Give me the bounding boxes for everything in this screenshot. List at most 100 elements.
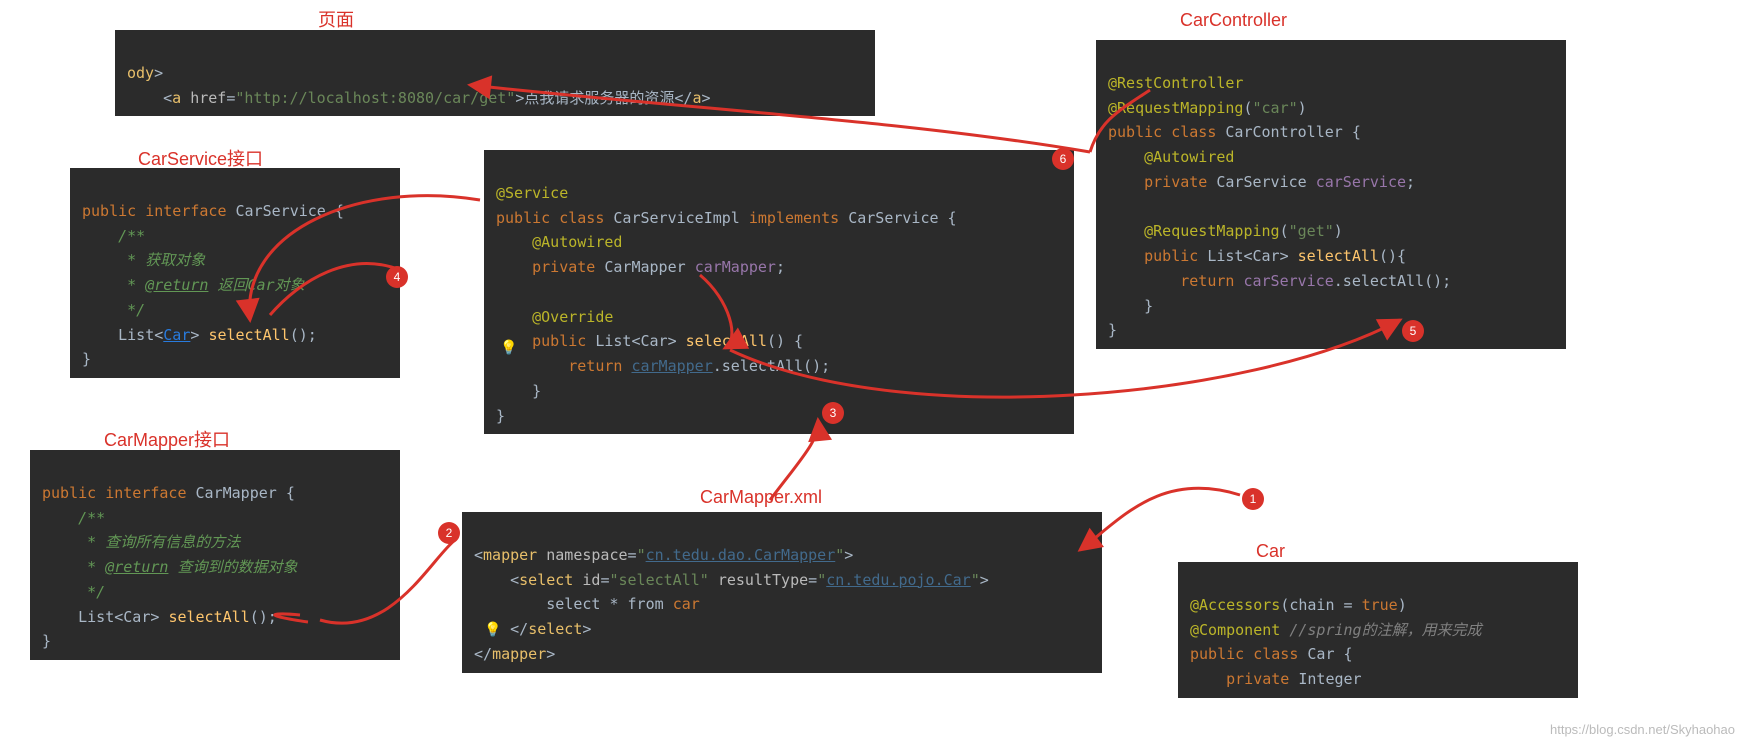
t: " xyxy=(817,571,826,589)
t: ( xyxy=(1243,99,1252,117)
t: List<Car> xyxy=(1207,247,1297,265)
t: ; xyxy=(776,258,785,276)
t: * xyxy=(42,558,105,576)
t: (chain = xyxy=(1280,596,1361,614)
t: @RestController xyxy=(1108,74,1243,92)
t: (){ xyxy=(1379,247,1406,265)
t: Car { xyxy=(1307,645,1352,663)
t: ) xyxy=(1398,596,1407,614)
label-carmapper: CarMapper接口 xyxy=(104,426,230,452)
t: selectAll xyxy=(208,326,289,344)
t: ; xyxy=(1406,173,1415,191)
t: return xyxy=(496,357,631,375)
t: < xyxy=(163,89,172,107)
t: CarMapper xyxy=(604,258,694,276)
badge-6: 6 xyxy=(1052,148,1074,170)
t: @Autowired xyxy=(496,233,622,251)
code-carservice: public interface CarService { /** * 获取对象… xyxy=(70,168,400,378)
t: true xyxy=(1362,596,1398,614)
code-carmapper: public interface CarMapper { /** * 查询所有信… xyxy=(30,450,400,660)
t: /** xyxy=(82,227,145,245)
t: Integer xyxy=(1298,670,1361,688)
t: @Accessors xyxy=(1190,596,1280,614)
t: private xyxy=(1108,173,1216,191)
t: public xyxy=(1108,247,1207,265)
t: CarMapper { xyxy=(196,484,295,502)
t: "http://localhost:8080/car/get" xyxy=(235,89,515,107)
t: ody xyxy=(127,64,154,82)
t: "selectAll" xyxy=(609,571,717,589)
t: * 获取对象 xyxy=(82,251,205,269)
watermark: https://blog.csdn.net/Skyhaohao xyxy=(1550,722,1735,737)
t: a xyxy=(172,89,190,107)
t: CarService { xyxy=(236,202,344,220)
t: select * from xyxy=(474,595,673,613)
t: List<Car> xyxy=(42,608,168,626)
t: carMapper xyxy=(695,258,776,276)
t: .selectAll(); xyxy=(1334,272,1451,290)
t: mapper xyxy=(492,645,546,663)
t: < xyxy=(474,571,519,589)
t: implements xyxy=(749,209,848,227)
code-page: ody> <a href="http://localhost:8080/car/… xyxy=(115,30,875,116)
t: cn.tedu.dao.CarMapper xyxy=(646,546,836,564)
t: "car" xyxy=(1253,99,1298,117)
t: 查询到的数据对象 xyxy=(168,558,297,576)
t: */ xyxy=(42,583,105,601)
t: = xyxy=(628,546,637,564)
t: Car xyxy=(163,326,190,344)
t: > xyxy=(582,620,591,638)
t: List<Car> xyxy=(595,332,685,350)
t: @return xyxy=(105,558,168,576)
t: 点我请求服务器的资源 xyxy=(524,89,674,107)
label-carmapperxml: CarMapper.xml xyxy=(700,487,822,508)
badge-2: 2 xyxy=(438,522,460,544)
t: </ xyxy=(474,645,492,663)
t: ) xyxy=(1334,222,1343,240)
t: */ xyxy=(82,301,145,319)
t: () { xyxy=(767,332,803,350)
t: namespace xyxy=(546,546,627,564)
t: selectAll xyxy=(1298,247,1379,265)
t: mapper xyxy=(483,546,546,564)
t: 返回Car对象 xyxy=(208,276,304,294)
t: @Autowired xyxy=(1108,148,1234,166)
t: public interface xyxy=(82,202,236,220)
label-page: 页面 xyxy=(318,6,354,32)
code-carcontroller: @RestController @RequestMapping("car") p… xyxy=(1096,40,1566,349)
t: resultType xyxy=(718,571,808,589)
t: } xyxy=(496,382,541,400)
t: public interface xyxy=(42,484,196,502)
t: private xyxy=(496,258,604,276)
t: " xyxy=(637,546,646,564)
t: return xyxy=(1108,272,1243,290)
t: CarService { xyxy=(848,209,956,227)
badge-1: 1 xyxy=(1242,488,1264,510)
t: (); xyxy=(290,326,317,344)
t: } xyxy=(1108,321,1117,339)
t: @return xyxy=(145,276,208,294)
badge-5: 5 xyxy=(1402,320,1424,342)
t: > xyxy=(701,89,710,107)
t: } xyxy=(1108,297,1153,315)
t: * 查询所有信息的方法 xyxy=(42,533,240,551)
t: CarService xyxy=(1216,173,1315,191)
t: @RequestMapping xyxy=(1108,99,1243,117)
t: } xyxy=(496,407,505,425)
t: (); xyxy=(250,608,277,626)
t: @RequestMapping xyxy=(1108,222,1280,240)
t: } xyxy=(82,350,91,368)
t: = xyxy=(808,571,817,589)
t: CarServiceImpl xyxy=(613,209,748,227)
t: @Component xyxy=(1190,621,1289,639)
t: select xyxy=(528,620,582,638)
t: * xyxy=(82,276,145,294)
code-carserviceimpl: @Service public class CarServiceImpl imp… xyxy=(484,150,1074,434)
t: public class xyxy=(1190,645,1307,663)
t: .selectAll(); xyxy=(713,357,830,375)
code-car: @Accessors(chain = true) @Component //sp… xyxy=(1178,562,1578,698)
label-car: Car xyxy=(1256,541,1285,562)
t: > xyxy=(980,571,989,589)
t: href xyxy=(190,89,226,107)
bulb-icon: 💡 xyxy=(484,622,501,638)
